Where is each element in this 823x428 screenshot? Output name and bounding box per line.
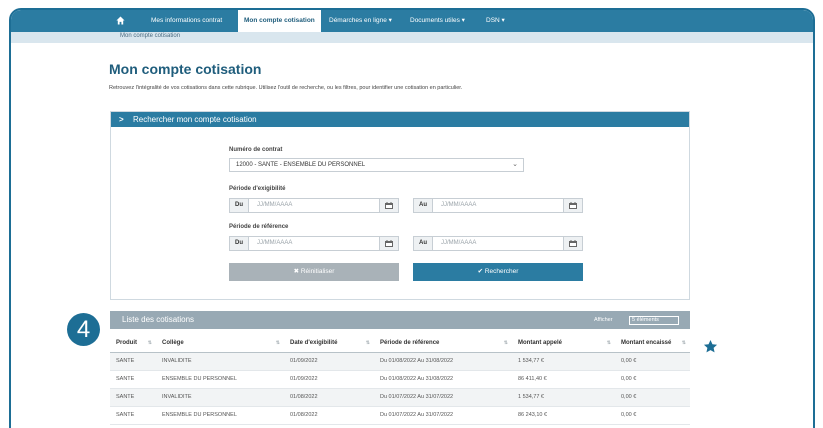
date-placeholder: JJ/MM/AAAA — [441, 202, 477, 208]
sort-icon: ⇅ — [147, 340, 152, 346]
column-header-date-exigibilite[interactable]: Date d'exigibilité ⇅ — [284, 334, 374, 353]
from-addon: Du — [230, 237, 249, 250]
column-label: Période de référence — [380, 339, 440, 346]
contract-select-value: 12000 - SANTE - ENSEMBLE DU PERSONNEL — [236, 162, 366, 168]
search-panel-header[interactable]: > Rechercher mon compte cotisation — [111, 112, 689, 127]
page-size-label: Afficher — [594, 317, 613, 323]
search-panel: > Rechercher mon compte cotisation Numér… — [110, 111, 690, 300]
nav-item-documents[interactable]: Documents utiles ▾ — [410, 10, 465, 32]
date-placeholder: JJ/MM/AAAA — [441, 240, 477, 246]
column-label: Collège — [162, 339, 184, 346]
cell-montant-encaisse: 0,00 € — [615, 406, 690, 425]
breadcrumb-bar: Mon compte cotisation — [11, 32, 813, 43]
date-placeholder: JJ/MM/AAAA — [257, 202, 293, 208]
to-addon: Au — [414, 237, 433, 250]
contract-select[interactable]: 12000 - SANTE - ENSEMBLE DU PERSONNEL ⌄ — [229, 158, 524, 172]
sort-icon: ⇅ — [365, 340, 370, 346]
cell-date-exigibilite: 01/09/2022 — [284, 352, 374, 371]
reference-to-field[interactable]: Au JJ/MM/AAAA — [413, 236, 583, 251]
contributions-list: Liste des cotisations Afficher 5 élément… — [110, 311, 690, 428]
cell-produit: SANTE — [110, 370, 156, 389]
cell-college: ENSEMBLE DU PERSONNEL — [156, 406, 284, 425]
calendar-icon[interactable] — [563, 237, 582, 250]
from-addon: Du — [230, 199, 249, 212]
cell-periode-reference: Du 01/08/2022 Au 31/08/2022 — [374, 352, 512, 371]
nav-item-informations[interactable]: Mes informations contrat — [151, 10, 222, 32]
to-addon: Au — [414, 199, 433, 212]
page-description: Retrouvez l'intégralité de vos cotisatio… — [109, 85, 463, 91]
contributions-table: Produit ⇅ Collège ⇅ Date d'exigibilité ⇅ Pé… — [110, 334, 690, 425]
column-header-periode-reference[interactable]: Période de référence ⇅ — [374, 334, 512, 353]
cell-periode-reference: Du 01/07/2022 Au 31/07/2022 — [374, 406, 512, 425]
chevron-right-icon: > — [119, 115, 124, 124]
sort-icon: ⇅ — [503, 340, 508, 346]
cell-college: ENSEMBLE DU PERSONNEL — [156, 370, 284, 389]
nav-item-dsn[interactable]: DSN ▾ — [486, 10, 505, 32]
cell-montant-encaisse: 0,00 € — [615, 352, 690, 371]
table-row[interactable]: SANTE ENSEMBLE DU PERSONNEL 01/08/2022 D… — [110, 406, 690, 425]
cell-periode-reference: Du 01/08/2022 Au 31/08/2022 — [374, 370, 512, 389]
eligibility-to-field[interactable]: Au JJ/MM/AAAA — [413, 198, 583, 213]
cell-produit: SANTE — [110, 406, 156, 425]
cell-college: INVALIDITE — [156, 352, 284, 371]
calendar-icon[interactable] — [379, 237, 398, 250]
page-title: Mon compte cotisation — [109, 61, 262, 77]
table-row[interactable]: SANTE INVALIDITE 01/09/2022 Du 01/08/202… — [110, 352, 690, 371]
list-title: Liste des cotisations — [122, 315, 195, 324]
calendar-icon[interactable] — [563, 199, 582, 212]
sort-icon: ⇅ — [606, 340, 611, 346]
cell-montant-appele: 1 534,77 € — [512, 352, 615, 371]
cell-college: INVALIDITE — [156, 388, 284, 407]
page-size-select[interactable]: 5 éléments — [629, 316, 679, 325]
search-panel-title: Rechercher mon compte cotisation — [133, 115, 257, 124]
cell-date-exigibilite: 01/08/2022 — [284, 406, 374, 425]
reference-label: Période de référence — [229, 224, 289, 230]
top-nav: Mes informations contrat Mon compte coti… — [11, 10, 813, 32]
reset-button[interactable]: ✖ Réinitialiser — [229, 263, 399, 281]
date-placeholder: JJ/MM/AAAA — [257, 240, 293, 246]
table-header-row: Produit ⇅ Collège ⇅ Date d'exigibilité ⇅ Pé… — [110, 334, 690, 353]
chevron-down-icon: ⌄ — [512, 161, 518, 168]
cell-montant-appele: 1 534,77 € — [512, 388, 615, 407]
calendar-icon[interactable] — [379, 199, 398, 212]
column-label: Produit — [116, 339, 137, 346]
sort-icon: ⇅ — [275, 340, 280, 346]
reference-from-field[interactable]: Du JJ/MM/AAAA — [229, 236, 399, 251]
column-header-montant-encaisse[interactable]: Montant encaissé ⇅ — [615, 334, 690, 353]
cell-montant-appele: 86 411,40 € — [512, 370, 615, 389]
column-header-college[interactable]: Collège ⇅ — [156, 334, 284, 353]
eligibility-label: Période d'exigibilité — [229, 186, 286, 192]
cell-periode-reference: Du 01/07/2022 Au 31/07/2022 — [374, 388, 512, 407]
cell-produit: SANTE — [110, 388, 156, 407]
table-row[interactable]: SANTE ENSEMBLE DU PERSONNEL 01/09/2022 D… — [110, 370, 690, 389]
contract-label: Numéro de contrat — [229, 147, 283, 153]
cell-montant-appele: 86 243,10 € — [512, 406, 615, 425]
breadcrumb[interactable]: Mon compte cotisation — [120, 33, 180, 39]
table-row[interactable]: SANTE INVALIDITE 01/08/2022 Du 01/07/202… — [110, 388, 690, 407]
cell-montant-encaisse: 0,00 € — [615, 370, 690, 389]
search-button[interactable]: ✔ Rechercher — [413, 263, 583, 281]
column-label: Date d'exigibilité — [290, 339, 338, 346]
home-icon[interactable] — [116, 16, 125, 25]
cell-date-exigibilite: 01/08/2022 — [284, 388, 374, 407]
star-icon — [703, 339, 718, 353]
column-label: Montant encaissé — [621, 339, 672, 346]
column-header-montant-appele[interactable]: Montant appelé ⇅ — [512, 334, 615, 353]
list-header: Liste des cotisations Afficher 5 élément… — [110, 311, 690, 329]
column-header-produit[interactable]: Produit ⇅ — [110, 334, 156, 353]
cell-montant-encaisse: 0,00 € — [615, 388, 690, 407]
column-label: Montant appelé — [518, 339, 563, 346]
nav-item-demarches[interactable]: Démarches en ligne ▾ — [329, 10, 392, 32]
cell-date-exigibilite: 01/09/2022 — [284, 370, 374, 389]
nav-item-compte-cotisation[interactable]: Mon compte cotisation — [238, 10, 321, 32]
step-marker: 4 — [67, 313, 100, 346]
sort-icon: ⇅ — [681, 340, 686, 346]
cell-produit: SANTE — [110, 352, 156, 371]
eligibility-from-field[interactable]: Du JJ/MM/AAAA — [229, 198, 399, 213]
